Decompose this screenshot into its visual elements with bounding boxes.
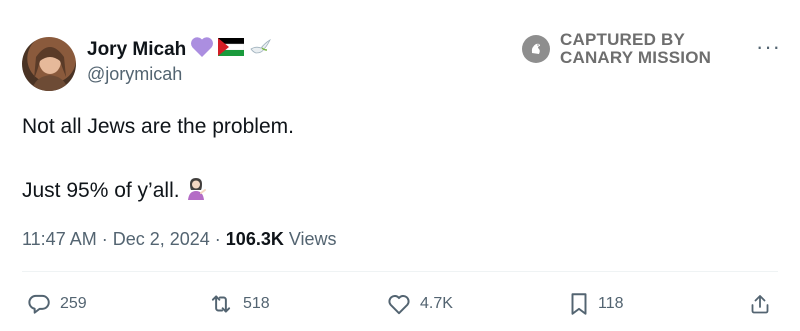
like-count: 4.7K	[420, 295, 453, 312]
name-row: Jory Micah	[87, 36, 272, 63]
like-button[interactable]: 4.7K	[386, 291, 453, 317]
tweet-date[interactable]: Dec 2, 2024	[113, 229, 210, 249]
watermark: CAPTURED BY CANARY MISSION	[522, 31, 711, 67]
tweet-meta: 11:47 AM · Dec 2, 2024 · 106.3K Views	[22, 229, 337, 250]
bookmark-icon	[571, 293, 587, 315]
reply-icon	[28, 294, 50, 314]
repost-button[interactable]: 518	[207, 291, 270, 317]
bookmark-button[interactable]: 118	[568, 291, 624, 317]
reply-count: 259	[60, 295, 87, 312]
tweet-text-line1: Not all Jews are the problem.	[22, 115, 294, 138]
watermark-text: CAPTURED BY CANARY MISSION	[560, 31, 711, 67]
tweet-time[interactable]: 11:47 AM	[22, 229, 97, 249]
avatar[interactable]	[22, 37, 76, 91]
repost-icon	[211, 295, 231, 313]
bookmark-count: 118	[598, 295, 624, 312]
canary-icon	[522, 35, 550, 63]
more-options-button[interactable]: ···	[756, 34, 781, 60]
purple-heart-icon	[190, 36, 214, 63]
views-count: 106.3K	[225, 229, 284, 249]
avatar-image	[32, 47, 68, 91]
repost-count: 518	[243, 295, 270, 312]
watermark-line2: CANARY MISSION	[560, 48, 712, 67]
palestine-flag-icon	[218, 38, 245, 61]
meta-separator: ·	[209, 229, 226, 249]
divider	[22, 271, 778, 272]
tweet-text-line2-text: Just 95% of y’all.	[22, 179, 180, 202]
meta-separator: ·	[96, 229, 113, 249]
like-icon	[388, 295, 410, 315]
watermark-line1: CAPTURED BY	[560, 30, 685, 49]
display-name[interactable]: Jory Micah	[87, 39, 186, 61]
reply-button[interactable]: 259	[26, 291, 87, 317]
user-handle[interactable]: @jorymicah	[87, 64, 182, 85]
dove-icon	[248, 37, 272, 62]
views-label: Views	[283, 229, 337, 249]
share-button[interactable]	[748, 291, 772, 317]
tweet-text-line2: Just 95% of y’all.	[22, 176, 208, 206]
share-icon	[751, 295, 769, 314]
woman-tipping-hand-icon	[184, 176, 208, 206]
